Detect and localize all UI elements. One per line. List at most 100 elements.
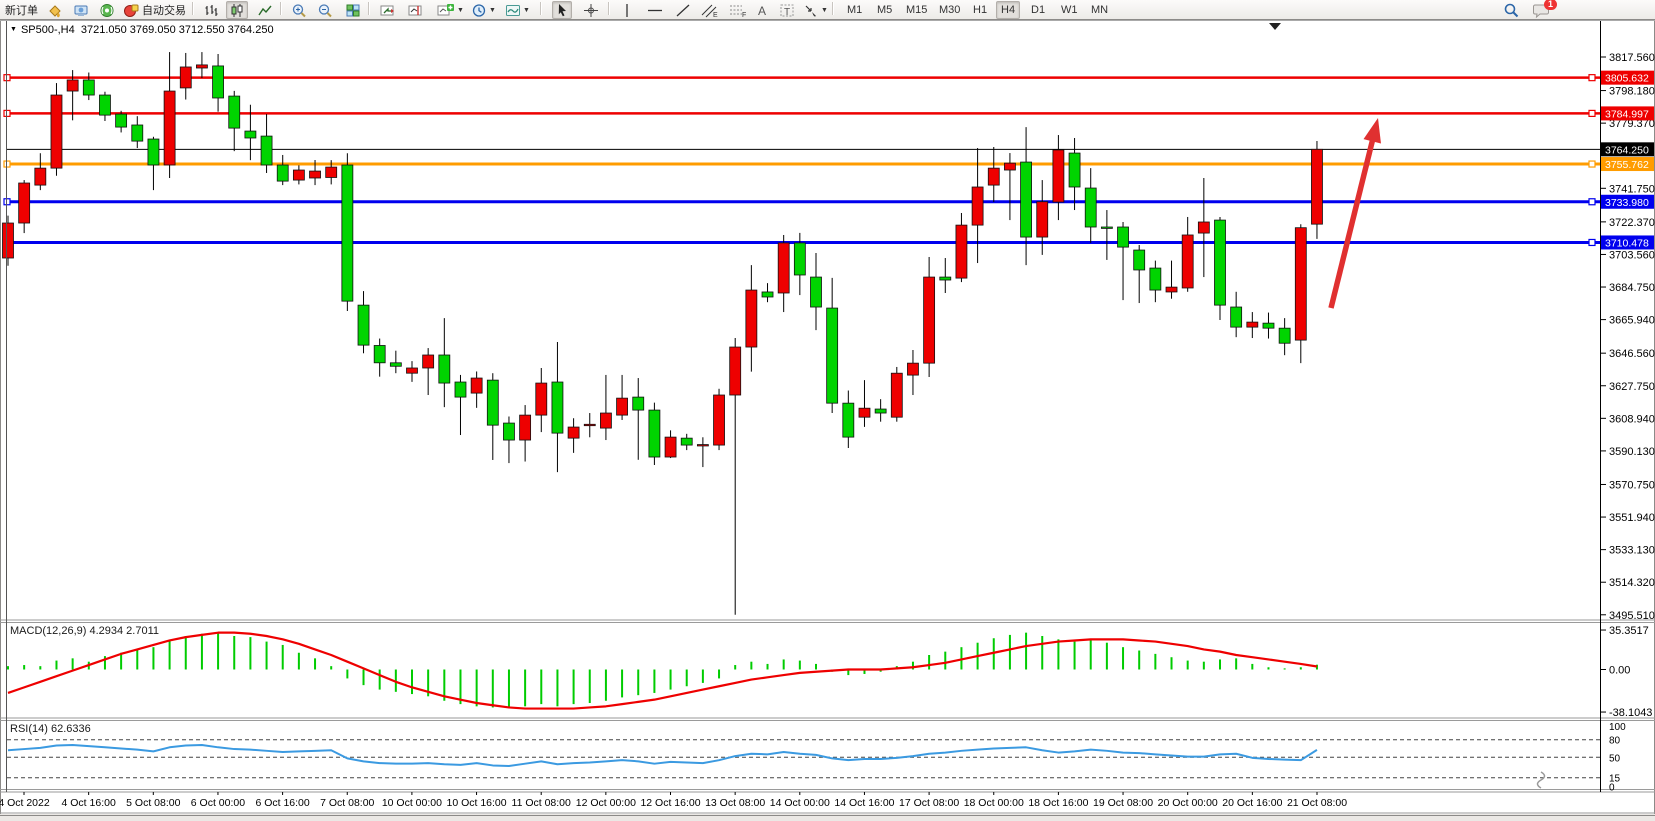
price-badge-label: 3805.632 [1605, 73, 1649, 85]
macd-label: MACD(12,26,9) 4.2934 2.7011 [10, 625, 159, 637]
price-tick-label: 3665.940 [1609, 315, 1655, 327]
candle [924, 277, 935, 363]
line-handle[interactable] [1589, 161, 1595, 167]
vertical-line-tool-icon[interactable] [618, 1, 636, 19]
template-menu-button[interactable]: ▼ [502, 1, 533, 19]
candle [213, 66, 224, 98]
line-handle[interactable] [1589, 239, 1595, 245]
search-icon[interactable] [1500, 1, 1523, 19]
crosshair-tool-icon[interactable] [580, 1, 602, 19]
candle [1053, 150, 1064, 202]
time-tick-label: 4 Oct 2022 [0, 797, 50, 809]
line-handle[interactable] [1589, 199, 1595, 205]
candle [390, 363, 401, 366]
price-tick-label: 3590.130 [1609, 446, 1655, 458]
market-watch-icon[interactable] [70, 1, 92, 19]
line-handle[interactable] [1589, 110, 1595, 116]
candle [423, 355, 434, 368]
chart-background [1, 20, 1654, 814]
candle [439, 355, 450, 383]
candle [245, 131, 256, 138]
chevron-down-icon: ▼ [457, 7, 464, 14]
channel-tool-icon[interactable]: E [698, 1, 722, 19]
tab-timeframe-m30[interactable]: M30 [934, 1, 965, 19]
line-handle[interactable] [1589, 75, 1595, 81]
candle [1311, 149, 1322, 224]
tab-timeframe-mn[interactable]: MN [1086, 1, 1113, 19]
zoom-out-icon[interactable] [314, 1, 336, 19]
tab-timeframe-w1[interactable]: W1 [1056, 1, 1083, 19]
label-tool-icon[interactable]: T [776, 1, 798, 19]
candle [229, 96, 240, 128]
symbol-period-label: SP500-,H4 [21, 24, 75, 36]
window-bottom-margin [0, 814, 1655, 815]
candle [956, 225, 967, 278]
tile-windows-icon[interactable] [342, 1, 364, 19]
fibonacci-tool-icon[interactable]: F [726, 1, 750, 19]
candle [293, 170, 304, 180]
candle [180, 67, 191, 88]
candle [730, 347, 741, 395]
candle [358, 305, 369, 345]
tab-timeframe-d1[interactable]: D1 [1026, 1, 1050, 19]
price-tick-label: 3722.370 [1609, 217, 1655, 229]
timeframe-menu-button[interactable]: ▼ [468, 1, 499, 19]
zoom-in-icon[interactable] [288, 1, 310, 19]
autotrade-label: 自动交易 [142, 2, 186, 18]
add-indicator-button[interactable]: ▼ [434, 1, 467, 19]
collapse-arrow-icon[interactable]: ▼ [10, 26, 17, 33]
line-chart-type-icon[interactable] [254, 1, 276, 19]
styles-bucket-icon[interactable] [44, 1, 66, 19]
candle [794, 243, 805, 275]
new-order-button[interactable]: 新订单 [2, 1, 41, 19]
time-tick-label: 5 Oct 08:00 [126, 797, 180, 809]
chart-ohlc-header: ▼SP500-,H4 3721.050 3769.050 3712.550 37… [10, 24, 274, 36]
text-tool-icon[interactable]: A [752, 1, 772, 19]
time-tick-label: 13 Oct 08:00 [705, 797, 765, 809]
candle [99, 95, 110, 115]
candle [67, 80, 78, 91]
candlestick-chart-type-icon[interactable] [226, 1, 248, 19]
signals-icon[interactable] [96, 1, 118, 19]
candle [116, 114, 127, 127]
autotrade-button[interactable]: 自动交易 [120, 1, 189, 19]
tab-timeframe-h1[interactable]: H1 [968, 1, 992, 19]
notification-badge: 1 [1544, 0, 1557, 10]
tab-timeframe-m15[interactable]: M15 [901, 1, 932, 19]
candle [1021, 162, 1032, 237]
tab-timeframe-m5[interactable]: M5 [872, 1, 897, 19]
tab-timeframe-m1[interactable]: M1 [842, 1, 867, 19]
candle [310, 171, 321, 178]
chart-shift-icon[interactable] [376, 1, 398, 19]
trendline-tool-icon[interactable] [672, 1, 694, 19]
bar-chart-type-icon[interactable] [200, 1, 222, 19]
time-tick-label: 6 Oct 16:00 [255, 797, 309, 809]
time-tick-label: 7 Oct 08:00 [320, 797, 374, 809]
horizontal-line-tool-icon[interactable] [644, 1, 666, 19]
cursor-tool-icon[interactable] [552, 1, 572, 19]
time-tick-label: 11 Oct 08:00 [512, 797, 572, 809]
arrows-tool-button[interactable]: ▼ [800, 1, 831, 19]
tab-timeframe-h4[interactable]: H4 [996, 1, 1020, 19]
time-tick-label: 18 Oct 00:00 [964, 797, 1024, 809]
candle [1247, 322, 1258, 327]
rsi-scale-label: 50 [1609, 753, 1621, 764]
candle [326, 167, 337, 177]
price-tick-label: 3570.750 [1609, 479, 1655, 491]
candle [552, 382, 563, 433]
chart-canvas[interactable]: 3817.5603798.1803779.3703741.7503722.370… [0, 19, 1655, 815]
candle [1101, 227, 1112, 228]
notifications-button[interactable]: 1 [1530, 1, 1554, 19]
candle [1069, 153, 1080, 187]
time-tick-label: 14 Oct 00:00 [770, 797, 830, 809]
candle [633, 397, 644, 410]
candle [261, 136, 272, 165]
candle [891, 373, 902, 417]
new-order-label: 新订单 [5, 2, 38, 18]
auto-scroll-icon[interactable] [404, 1, 426, 19]
autotrade-icon [123, 3, 139, 18]
candle [1118, 227, 1129, 247]
candle [859, 408, 870, 417]
candle [811, 277, 822, 307]
price-tick-label: 3684.750 [1609, 282, 1655, 294]
